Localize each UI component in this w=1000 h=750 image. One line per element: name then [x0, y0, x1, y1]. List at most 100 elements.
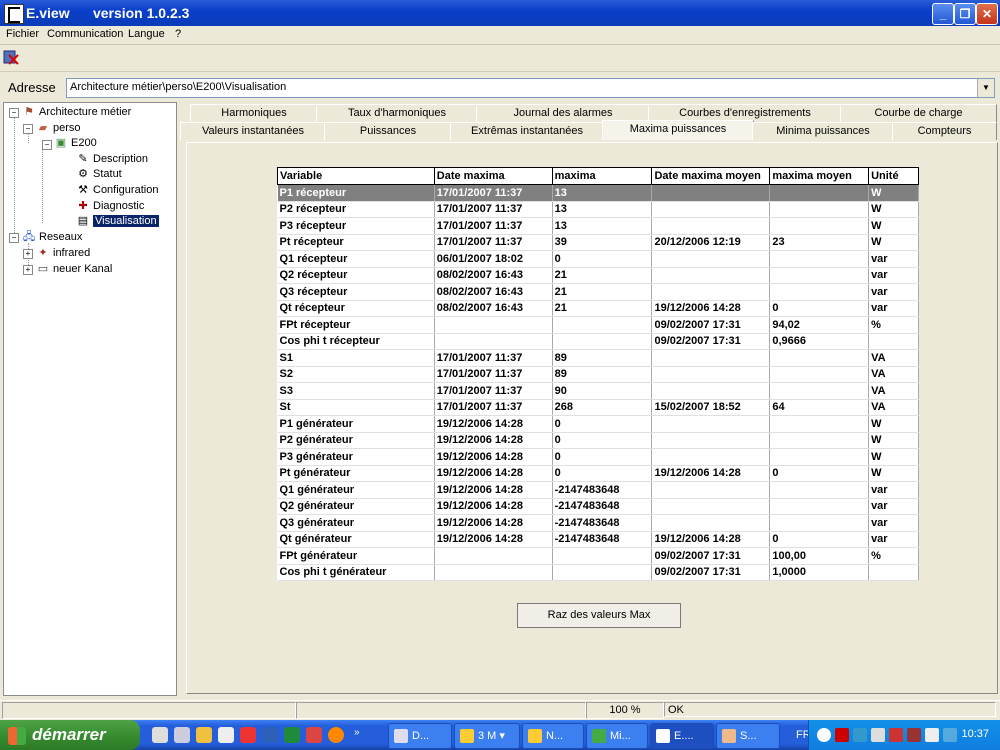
quicklaunch-icon[interactable]	[174, 727, 190, 743]
quicklaunch-icon[interactable]	[218, 727, 234, 743]
column-header[interactable]: Unité	[868, 167, 919, 185]
configuration-icon: ⚒	[78, 184, 88, 197]
table-row[interactable]: Q1 générateur 19/12/2006 14:28 -2147483648…	[277, 481, 919, 499]
column-header[interactable]: maxima	[551, 167, 653, 185]
tab-maxima-puissances[interactable]: Maxima puissances	[602, 120, 754, 140]
table-cell: 09/02/2007 17:31	[651, 564, 771, 581]
menu-help[interactable]: ?	[175, 28, 181, 40]
table-cell: 09/02/2007 17:31	[651, 333, 771, 350]
column-header[interactable]: Date maxima moyen	[651, 167, 771, 185]
tab-taux-harmoniques[interactable]: Taux d'harmoniques	[316, 104, 478, 122]
tab-puissances[interactable]: Puissances	[324, 122, 452, 140]
reset-max-button[interactable]: Raz des valeurs Max	[517, 603, 681, 628]
tree-node-configuration[interactable]: ⚒ Configuration	[76, 183, 158, 197]
table-cell	[552, 547, 653, 565]
table-row[interactable]: FPt générateur 09/02/2007 17:31 100,00%	[277, 547, 919, 565]
menu-langue[interactable]: Langue	[128, 28, 165, 40]
taskbar-task[interactable]: D...	[388, 723, 452, 749]
tree-node-infrared[interactable]: ✦ infrared	[36, 246, 90, 260]
table-row[interactable]: P1 générateur 19/12/2006 14:28 0 W	[277, 415, 919, 433]
table-cell: 19/12/2006 14:28	[651, 300, 771, 317]
table-row[interactable]: FPt récepteur 09/02/2007 17:31 94,02%	[277, 316, 919, 334]
tab-compteurs[interactable]: Compteurs	[892, 122, 997, 140]
firefox-icon[interactable]	[328, 727, 344, 743]
tray-icon[interactable]	[835, 728, 849, 742]
taskbar-task[interactable]: Mi...	[586, 723, 648, 749]
table-row[interactable]: Q2 récepteur 08/02/2007 16:43 21 var	[277, 267, 919, 284]
chevron-down-icon[interactable]: ▼	[977, 79, 994, 97]
tray-arrow-icon[interactable]	[817, 728, 831, 742]
table-cell: 17/01/2007 11:37	[434, 201, 553, 218]
tree-node-diagnostic[interactable]: ✚ Diagnostic	[76, 199, 144, 213]
table-row[interactable]: Cos phi t récepteur 09/02/2007 17:31 0,966…	[277, 333, 919, 350]
quicklaunch-icon[interactable]	[152, 727, 168, 743]
table-row[interactable]: Qt générateur 19/12/2006 14:28 -2147483648…	[277, 531, 919, 548]
quicklaunch-icon[interactable]	[196, 727, 212, 743]
tab-courbe-charge[interactable]: Courbe de charge	[840, 104, 997, 122]
taskbar-task[interactable]: N...	[522, 723, 584, 749]
table-cell: %	[868, 547, 919, 565]
table-row[interactable]: P3 générateur 19/12/2006 14:28 0 W	[277, 448, 919, 466]
tree-node-visualisation[interactable]: ▤ Visualisation	[76, 214, 159, 228]
quicklaunch-icon[interactable]	[240, 727, 256, 743]
table-row[interactable]: Cos phi t générateur 09/02/2007 17:31 1,00…	[277, 564, 919, 581]
tab-valeurs-instantanees[interactable]: Valeurs instantanées	[180, 122, 326, 140]
maximize-button[interactable]: ❐	[954, 3, 976, 25]
tree-node-architecture[interactable]: ⚑ Architecture métier	[22, 105, 131, 119]
table-cell: 17/01/2007 11:37	[434, 382, 553, 400]
table-row[interactable]: Q3 récepteur 08/02/2007 16:43 21 var	[277, 283, 919, 301]
tree-node-perso[interactable]: ▰ perso	[36, 121, 81, 135]
menu-bar: Fichier Communication Langue ?	[0, 26, 1000, 45]
tray-icon[interactable]	[943, 728, 957, 742]
tray-icon[interactable]	[853, 728, 867, 742]
column-header[interactable]: Date maxima	[433, 167, 553, 185]
tab-extremas-instantanees[interactable]: Extrêmas instantanées	[450, 122, 604, 140]
tree-node-neuer-kanal[interactable]: ▭ neuer Kanal	[36, 262, 113, 276]
table-row[interactable]: P1 récepteur 17/01/2007 11:37 13 W	[277, 184, 919, 202]
table-cell: Pt récepteur	[277, 234, 435, 251]
table-cell	[769, 514, 870, 532]
table-cell: 0	[552, 250, 653, 268]
quicklaunch-icon[interactable]	[306, 727, 322, 743]
table-row[interactable]: Q3 générateur 19/12/2006 14:28 -2147483648…	[277, 514, 919, 532]
table-cell: 13	[552, 217, 653, 235]
table-row[interactable]: Qt récepteur 08/02/2007 16:43 21 19/12/2006…	[277, 300, 919, 317]
column-header[interactable]: Variable	[277, 167, 435, 185]
taskbar-task[interactable]: S...	[716, 723, 780, 749]
taskbar-task-active[interactable]: E....	[650, 723, 714, 749]
column-header[interactable]: maxima moyen	[769, 167, 870, 185]
table-cell: W	[868, 234, 919, 251]
tree-node-statut[interactable]: ⚙ Statut	[76, 167, 122, 181]
table-row[interactable]: P2 générateur 19/12/2006 14:28 0 W	[277, 432, 919, 449]
address-field[interactable]: Architecture métier\perso\E200\Visualisa…	[66, 78, 995, 98]
taskbar-task[interactable]: 3 M ▾	[454, 723, 520, 749]
disconnect-icon[interactable]	[3, 49, 19, 65]
tray-icon[interactable]	[871, 728, 885, 742]
table-row[interactable]: St 17/01/2007 11:37 268 15/02/2007 18:52 64 V…	[277, 399, 919, 416]
close-button[interactable]: ✕	[976, 3, 998, 25]
table-row[interactable]: Q1 récepteur 06/01/2007 18:02 0 var	[277, 250, 919, 268]
table-row[interactable]: S2 17/01/2007 11:37 89 VA	[277, 366, 919, 383]
quicklaunch-icon[interactable]	[262, 727, 278, 743]
table-row[interactable]: Pt récepteur 17/01/2007 11:37 39 20/12/2006…	[277, 234, 919, 251]
tree-node-description[interactable]: ✎ Description	[76, 152, 148, 166]
table-row[interactable]: Pt générateur 19/12/2006 14:28 0 19/12/2006…	[277, 465, 919, 482]
menu-fichier[interactable]: Fichier	[6, 28, 39, 40]
table-row[interactable]: S1 17/01/2007 11:37 89 VA	[277, 349, 919, 367]
table-row[interactable]: S3 17/01/2007 11:37 90 VA	[277, 382, 919, 400]
quicklaunch-icon[interactable]	[284, 727, 300, 743]
start-button[interactable]: démarrer	[0, 720, 140, 750]
tray-icon[interactable]	[925, 728, 939, 742]
table-row[interactable]: P2 récepteur 17/01/2007 11:37 13 W	[277, 201, 919, 218]
chevron-right-icon[interactable]: »	[354, 727, 364, 743]
tree-node-reseaux[interactable]: 🖧 Reseaux	[22, 230, 83, 244]
tree-node-e200[interactable]: ▣ E200	[54, 136, 97, 150]
tray-icon[interactable]	[889, 728, 903, 742]
tray-icon[interactable]	[907, 728, 921, 742]
minimize-button[interactable]: _	[932, 3, 954, 25]
menu-communication[interactable]: Communication	[47, 28, 123, 40]
table-row[interactable]: Q2 générateur 19/12/2006 14:28 -2147483648…	[277, 498, 919, 515]
tab-harmoniques[interactable]: Harmoniques	[190, 104, 318, 122]
tab-minima-puissances[interactable]: Minima puissances	[752, 122, 894, 140]
table-row[interactable]: P3 récepteur 17/01/2007 11:37 13 W	[277, 217, 919, 235]
